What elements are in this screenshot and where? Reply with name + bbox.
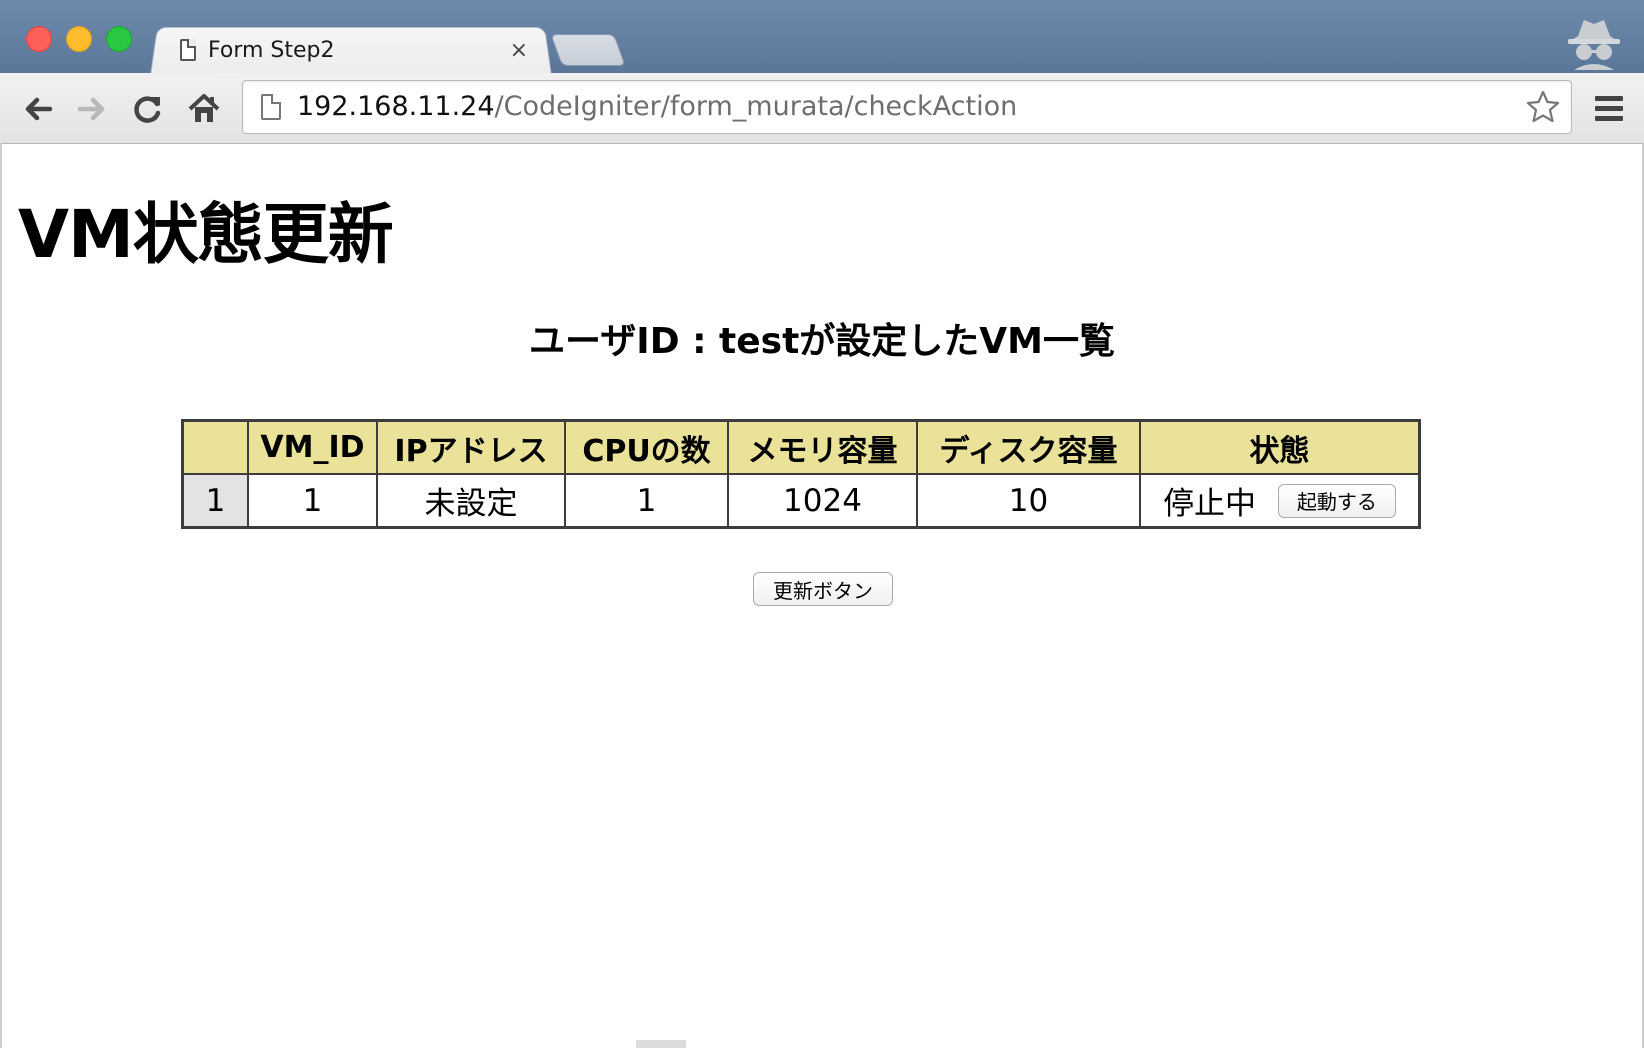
url-host: 192.168.11.24 bbox=[297, 91, 495, 122]
status-text: 停止中 bbox=[1163, 486, 1257, 522]
minimize-window-button[interactable] bbox=[66, 26, 92, 52]
table-header-row: VM_ID IPアドレス CPUの数 メモリ容量 ディスク容量 状態 bbox=[184, 422, 1418, 473]
browser-toolbar: 192.168.11.24/CodeIgniter/form_murata/ch… bbox=[0, 73, 1644, 144]
address-bar[interactable]: 192.168.11.24/CodeIgniter/form_murata/ch… bbox=[242, 80, 1572, 134]
status-cell: 停止中 起動する bbox=[1141, 475, 1418, 526]
url-path: /CodeIgniter/form_murata/checkAction bbox=[494, 91, 1018, 122]
scroll-indicator bbox=[636, 1040, 686, 1048]
page-title: VM状態更新 bbox=[18, 196, 394, 273]
page-icon bbox=[261, 94, 281, 120]
home-icon[interactable] bbox=[186, 91, 222, 127]
menu-icon[interactable] bbox=[1592, 91, 1626, 125]
header-status: 状態 bbox=[1141, 422, 1418, 473]
vm-id-cell: 1 bbox=[249, 475, 376, 526]
bookmark-star-icon[interactable] bbox=[1525, 89, 1561, 125]
header-disk: ディスク容量 bbox=[918, 422, 1139, 473]
disk-cell: 10 bbox=[918, 475, 1139, 526]
page-icon bbox=[180, 39, 196, 61]
tab-title: Form Step2 bbox=[208, 37, 335, 63]
update-button[interactable]: 更新ボタン bbox=[753, 572, 893, 606]
incognito-icon bbox=[1568, 20, 1620, 70]
table-caption: ユーザID : testが設定したVM一覧 bbox=[529, 321, 1115, 362]
ip-address-cell: 未設定 bbox=[378, 475, 564, 526]
url-text[interactable]: 192.168.11.24/CodeIgniter/form_murata/ch… bbox=[297, 91, 1017, 123]
header-memory: メモリ容量 bbox=[729, 422, 916, 473]
header-rownum bbox=[184, 422, 247, 473]
header-vm-id: VM_ID bbox=[249, 422, 376, 473]
start-vm-button[interactable]: 起動する bbox=[1277, 483, 1396, 518]
cpu-count-cell: 1 bbox=[566, 475, 727, 526]
table-row: 1 1 未設定 1 1024 10 停止中 起動する bbox=[184, 475, 1418, 526]
viewport-border bbox=[0, 143, 2, 1048]
reload-icon[interactable] bbox=[130, 91, 166, 127]
close-window-button[interactable] bbox=[26, 26, 52, 52]
browser-tab-content[interactable]: Form Step2 × bbox=[180, 30, 540, 70]
vm-table: VM_ID IPアドレス CPUの数 メモリ容量 ディスク容量 状態 1 1 未… bbox=[181, 419, 1421, 529]
back-arrow-icon[interactable] bbox=[20, 91, 56, 127]
zoom-window-button[interactable] bbox=[106, 26, 132, 52]
browser-titlebar: Form Step2 × bbox=[0, 0, 1644, 75]
new-tab-button[interactable] bbox=[550, 34, 626, 66]
memory-cell: 1024 bbox=[729, 475, 916, 526]
header-cpu-count: CPUの数 bbox=[566, 422, 727, 473]
forward-arrow-icon[interactable] bbox=[74, 91, 110, 127]
row-number: 1 bbox=[184, 475, 247, 526]
tab-close-icon[interactable]: × bbox=[510, 38, 528, 63]
header-ip-address: IPアドレス bbox=[378, 422, 564, 473]
